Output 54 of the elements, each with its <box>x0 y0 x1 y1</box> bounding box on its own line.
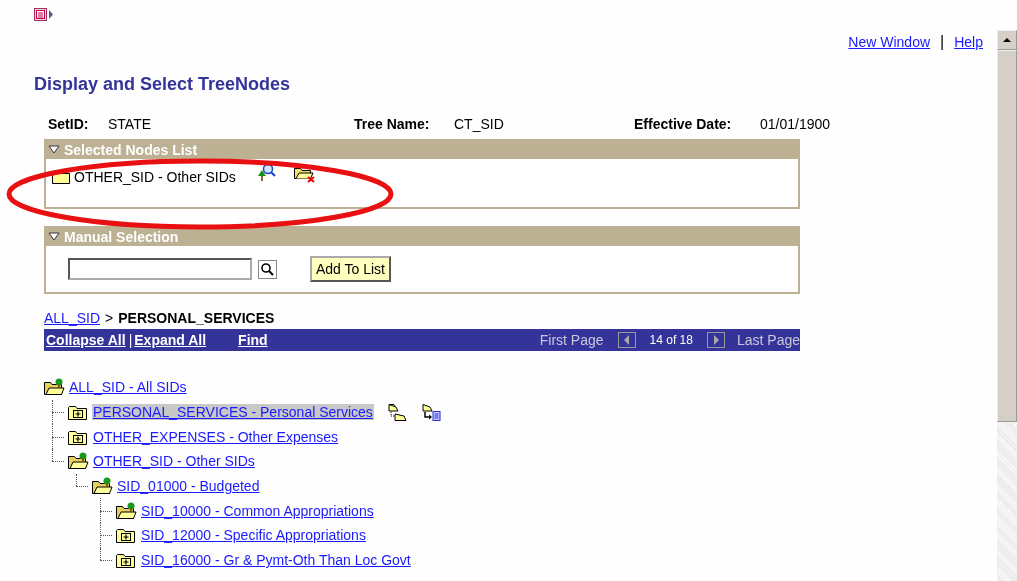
header-link[interactable]: New Window <box>848 34 931 50</box>
last-page-link[interactable]: Last Page <box>736 332 800 348</box>
add-to-list-button[interactable]: Add To List <box>310 256 391 282</box>
folders-icon[interactable] <box>387 402 408 423</box>
tree-node-link[interactable]: OTHER_SID - Other SIDs <box>92 453 256 470</box>
toolbar-link[interactable]: Expand All <box>132 332 207 348</box>
panel-title: Selected Nodes List <box>64 142 198 158</box>
scroll-up-button[interactable] <box>997 30 1017 50</box>
menu-icon[interactable] <box>34 8 54 22</box>
move-folder-icon[interactable] <box>421 402 442 423</box>
breadcrumb-current: PERSONAL_SERVICES <box>118 310 275 326</box>
field-label: Tree Name: <box>354 116 431 132</box>
page-counter: 14 of 18 <box>649 333 693 347</box>
separator: | <box>940 33 945 51</box>
tree-node-link[interactable]: SID_12000 - Specific Appropriations <box>140 527 367 544</box>
tree-node-link[interactable]: PERSONAL_SERVICES - Personal Services <box>92 404 374 421</box>
search-icon[interactable] <box>258 259 277 279</box>
breadcrumb-link[interactable]: ALL_SID <box>44 310 101 326</box>
field-value: CT_SID <box>454 116 505 132</box>
collapse-icon[interactable] <box>48 145 60 155</box>
next-icon[interactable] <box>706 332 725 348</box>
tree-node-link[interactable]: SID_16000 - Gr & Pymt-Oth Than Loc Govt <box>140 552 412 569</box>
selected-node-label: OTHER_SID - Other SIDs <box>74 169 236 185</box>
open-folder-icon[interactable] <box>116 501 138 520</box>
header-link[interactable]: Help <box>954 34 983 50</box>
field-label: Effective Date: <box>634 116 733 132</box>
field-value: 01/01/1900 <box>760 116 831 132</box>
open-folder-icon[interactable] <box>44 378 66 397</box>
remove-folder-icon[interactable] <box>293 165 316 183</box>
find-link[interactable]: Find <box>236 332 268 348</box>
up-arrow-icon <box>1002 37 1012 43</box>
node-input-field[interactable] <box>68 258 252 280</box>
field-label: SetID: <box>48 116 90 132</box>
breadcrumb-separator: > <box>105 310 114 326</box>
collapse-icon[interactable] <box>48 232 60 242</box>
first-page-link[interactable]: First Page <box>539 332 604 348</box>
tree-search-icon[interactable] <box>255 163 276 183</box>
open-folder-icon[interactable] <box>68 452 90 471</box>
scrollbar[interactable] <box>997 30 1017 581</box>
previous-icon[interactable] <box>617 332 636 348</box>
plus-folder-icon[interactable] <box>68 403 90 422</box>
scroll-thumb[interactable] <box>997 50 1017 422</box>
separator: | <box>128 332 133 348</box>
plus-folder-icon[interactable] <box>116 526 138 545</box>
open-folder-icon[interactable] <box>92 477 114 496</box>
tree-node-link[interactable]: SID_01000 - Budgeted <box>116 478 261 495</box>
tree-node-link[interactable]: SID_10000 - Common Appropriations <box>140 502 375 519</box>
panel-title: Manual Selection <box>64 229 179 245</box>
tree-node-link[interactable]: ALL_SID - All SIDs <box>68 379 188 396</box>
toolbar-link[interactable]: Collapse All <box>44 332 126 348</box>
page-title: Display and Select TreeNodes <box>34 74 292 94</box>
field-value: STATE <box>108 116 153 132</box>
tree-node-link[interactable]: OTHER_EXPENSES - Other Expenses <box>92 428 340 445</box>
plus-folder-icon[interactable] <box>116 551 138 570</box>
